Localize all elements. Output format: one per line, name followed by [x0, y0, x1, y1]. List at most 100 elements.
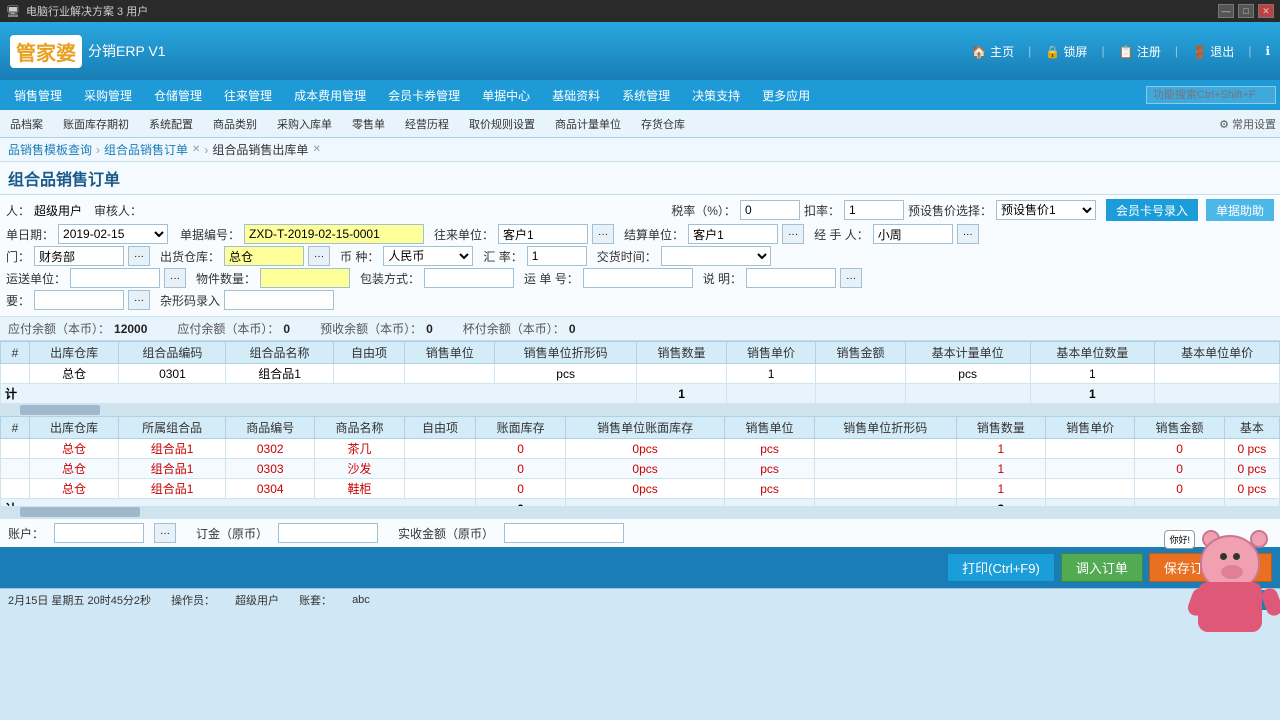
warehouse-input[interactable]	[224, 246, 304, 266]
bill-no-input[interactable]	[583, 268, 693, 288]
require-dots-button[interactable]: ···	[128, 290, 150, 310]
exit-link[interactable]: 🚪 退出	[1192, 43, 1234, 60]
upper-cell-qty	[637, 364, 727, 384]
order-no-input[interactable]	[244, 224, 424, 244]
toolbar-retail[interactable]: 零售单	[346, 114, 391, 134]
dept-input[interactable]	[34, 246, 124, 266]
settings-button[interactable]: ⚙ 常用设置	[1219, 116, 1276, 132]
upper-total-base-price	[1155, 384, 1280, 404]
upper-total-label: 计	[1, 384, 637, 404]
lower-table-row-3[interactable]: 总仓 组合品1 0304 鞋柜 0 0pcs pcs 1 0 0 pcs	[1, 479, 1280, 499]
info-link[interactable]: ℹ	[1265, 44, 1270, 58]
mascot-bubble: 你好!	[1164, 530, 1195, 549]
toolbar-account-init[interactable]: 账面库存期初	[57, 114, 135, 134]
lower-scroll-bar[interactable]	[0, 506, 1280, 518]
import-button[interactable]: 调入订单	[1061, 553, 1143, 582]
breadcrumb-outbound[interactable]: 组合品销售出库单	[212, 141, 308, 158]
register-link[interactable]: 📋 注册	[1119, 43, 1161, 60]
lock-link[interactable]: 🔒 锁屏	[1045, 43, 1087, 60]
lower-cell-3-unit: pcs	[725, 479, 814, 499]
ship-unit-input[interactable]	[70, 268, 160, 288]
print-button[interactable]: 打印(Ctrl+F9)	[947, 553, 1055, 582]
nav-basics[interactable]: 基础资料	[542, 83, 610, 108]
nav-warehouse[interactable]: 仓储管理	[144, 83, 212, 108]
lower-scroll-thumb[interactable]	[20, 507, 140, 517]
upper-table-row[interactable]: 总仓 0301 组合品1 pcs 1 pcs 1	[1, 364, 1280, 384]
lower-cell-1-qty: 1	[956, 439, 1045, 459]
handler-dots-button[interactable]: ···	[957, 224, 979, 244]
nav-cost[interactable]: 成本费用管理	[284, 83, 376, 108]
discount-input[interactable]	[844, 200, 904, 220]
ship-unit-label: 运送单位：	[6, 270, 66, 287]
lower-col-product-name: 商品名称	[315, 417, 404, 439]
deal-time-select[interactable]	[661, 246, 771, 266]
breadcrumb-close-1[interactable]: ✕	[192, 144, 200, 155]
to-unit-dots-button[interactable]: ···	[592, 224, 614, 244]
price-select[interactable]: 预设售价1	[996, 200, 1096, 220]
card-number-button[interactable]: 会员卡号录入	[1106, 199, 1198, 221]
lower-cell-1-code: 0302	[226, 439, 315, 459]
lower-table-row-1[interactable]: 总仓 组合品1 0302 茶几 0 0pcs pcs 1 0 0 pcs	[1, 439, 1280, 459]
currency-select[interactable]: 人民币	[383, 246, 473, 266]
toolbar-sys-config[interactable]: 系统配置	[143, 114, 199, 134]
date-select[interactable]: 2019-02-15	[58, 224, 168, 244]
toolbar-purchase-in[interactable]: 采购入库单	[271, 114, 338, 134]
account-input[interactable]	[54, 523, 144, 543]
breadcrumb-close-2[interactable]: ✕	[312, 144, 320, 155]
account-dots-button[interactable]: ···	[154, 523, 176, 543]
tax-input[interactable]	[740, 200, 800, 220]
warehouse-dots-button[interactable]: ···	[308, 246, 330, 266]
order-amount-input[interactable]	[278, 523, 378, 543]
home-link[interactable]: 🏠 主页	[972, 43, 1014, 60]
close-button[interactable]: ✕	[1258, 4, 1274, 18]
nav-purchase[interactable]: 采购管理	[74, 83, 142, 108]
nav-system[interactable]: 系统管理	[612, 83, 680, 108]
nav-orders[interactable]: 单据中心	[472, 83, 540, 108]
upper-col-warehouse: 出库仓库	[29, 342, 119, 364]
nav-more[interactable]: 更多应用	[752, 83, 820, 108]
actual-amount-input[interactable]	[504, 523, 624, 543]
pack-input[interactable]	[424, 268, 514, 288]
upper-col-name: 组合品名称	[226, 342, 333, 364]
to-unit-input[interactable]	[498, 224, 588, 244]
require-input[interactable]	[34, 290, 124, 310]
upper-cell-price: 1	[726, 364, 816, 384]
nav-transactions[interactable]: 往来管理	[214, 83, 282, 108]
lower-table-row-2[interactable]: 总仓 组合品1 0303 沙发 0 0pcs pcs 1 0 0 pcs	[1, 459, 1280, 479]
lower-col-warehouse: 出库仓库	[29, 417, 118, 439]
maximize-button[interactable]: □	[1238, 4, 1254, 18]
nav-member[interactable]: 会员卡券管理	[378, 83, 470, 108]
settle-input[interactable]	[688, 224, 778, 244]
breadcrumb-order[interactable]: 组合品销售订单	[104, 141, 188, 158]
toolbar-history[interactable]: 经营历程	[399, 114, 455, 134]
toolbar-product-archive[interactable]: 品档案	[4, 114, 49, 134]
upper-col-base-qty: 基本单位数量	[1030, 342, 1155, 364]
ship-unit-dots-button[interactable]: ···	[164, 268, 186, 288]
nav-search-input[interactable]	[1146, 86, 1276, 104]
handler-input[interactable]	[873, 224, 953, 244]
advance-recv-value: 0	[426, 322, 433, 336]
upper-scroll-bar[interactable]	[0, 404, 1280, 416]
toolbar-unit[interactable]: 商品计量单位	[549, 114, 627, 134]
lower-cell-3-seq	[1, 479, 30, 499]
toolbar-price-rule[interactable]: 取价规则设置	[463, 114, 541, 134]
exchange-input[interactable]	[527, 246, 587, 266]
breadcrumb-template[interactable]: 品销售模板查询	[8, 141, 92, 158]
minimize-button[interactable]: —	[1218, 4, 1234, 18]
helper-button[interactable]: 单据助助	[1206, 199, 1274, 221]
dept-dots-button[interactable]: ···	[128, 246, 150, 266]
exchange-label: 汇 率：	[483, 248, 522, 265]
parts-qty-input[interactable]	[260, 268, 350, 288]
toolbar-stock[interactable]: 存货仓库	[635, 114, 691, 134]
upper-scroll-thumb[interactable]	[20, 405, 100, 415]
lower-cell-3-stock: 0	[476, 479, 565, 499]
nav-decision[interactable]: 决策支持	[682, 83, 750, 108]
note-input[interactable]	[746, 268, 836, 288]
note-dots-button[interactable]: ···	[840, 268, 862, 288]
settle-dots-button[interactable]: ···	[782, 224, 804, 244]
toolbar-product-category[interactable]: 商品类别	[207, 114, 263, 134]
app-icon: 🖥	[6, 5, 20, 18]
nav-sales[interactable]: 销售管理	[4, 83, 72, 108]
nav-search-area	[1146, 86, 1276, 104]
barcode-input[interactable]	[224, 290, 334, 310]
